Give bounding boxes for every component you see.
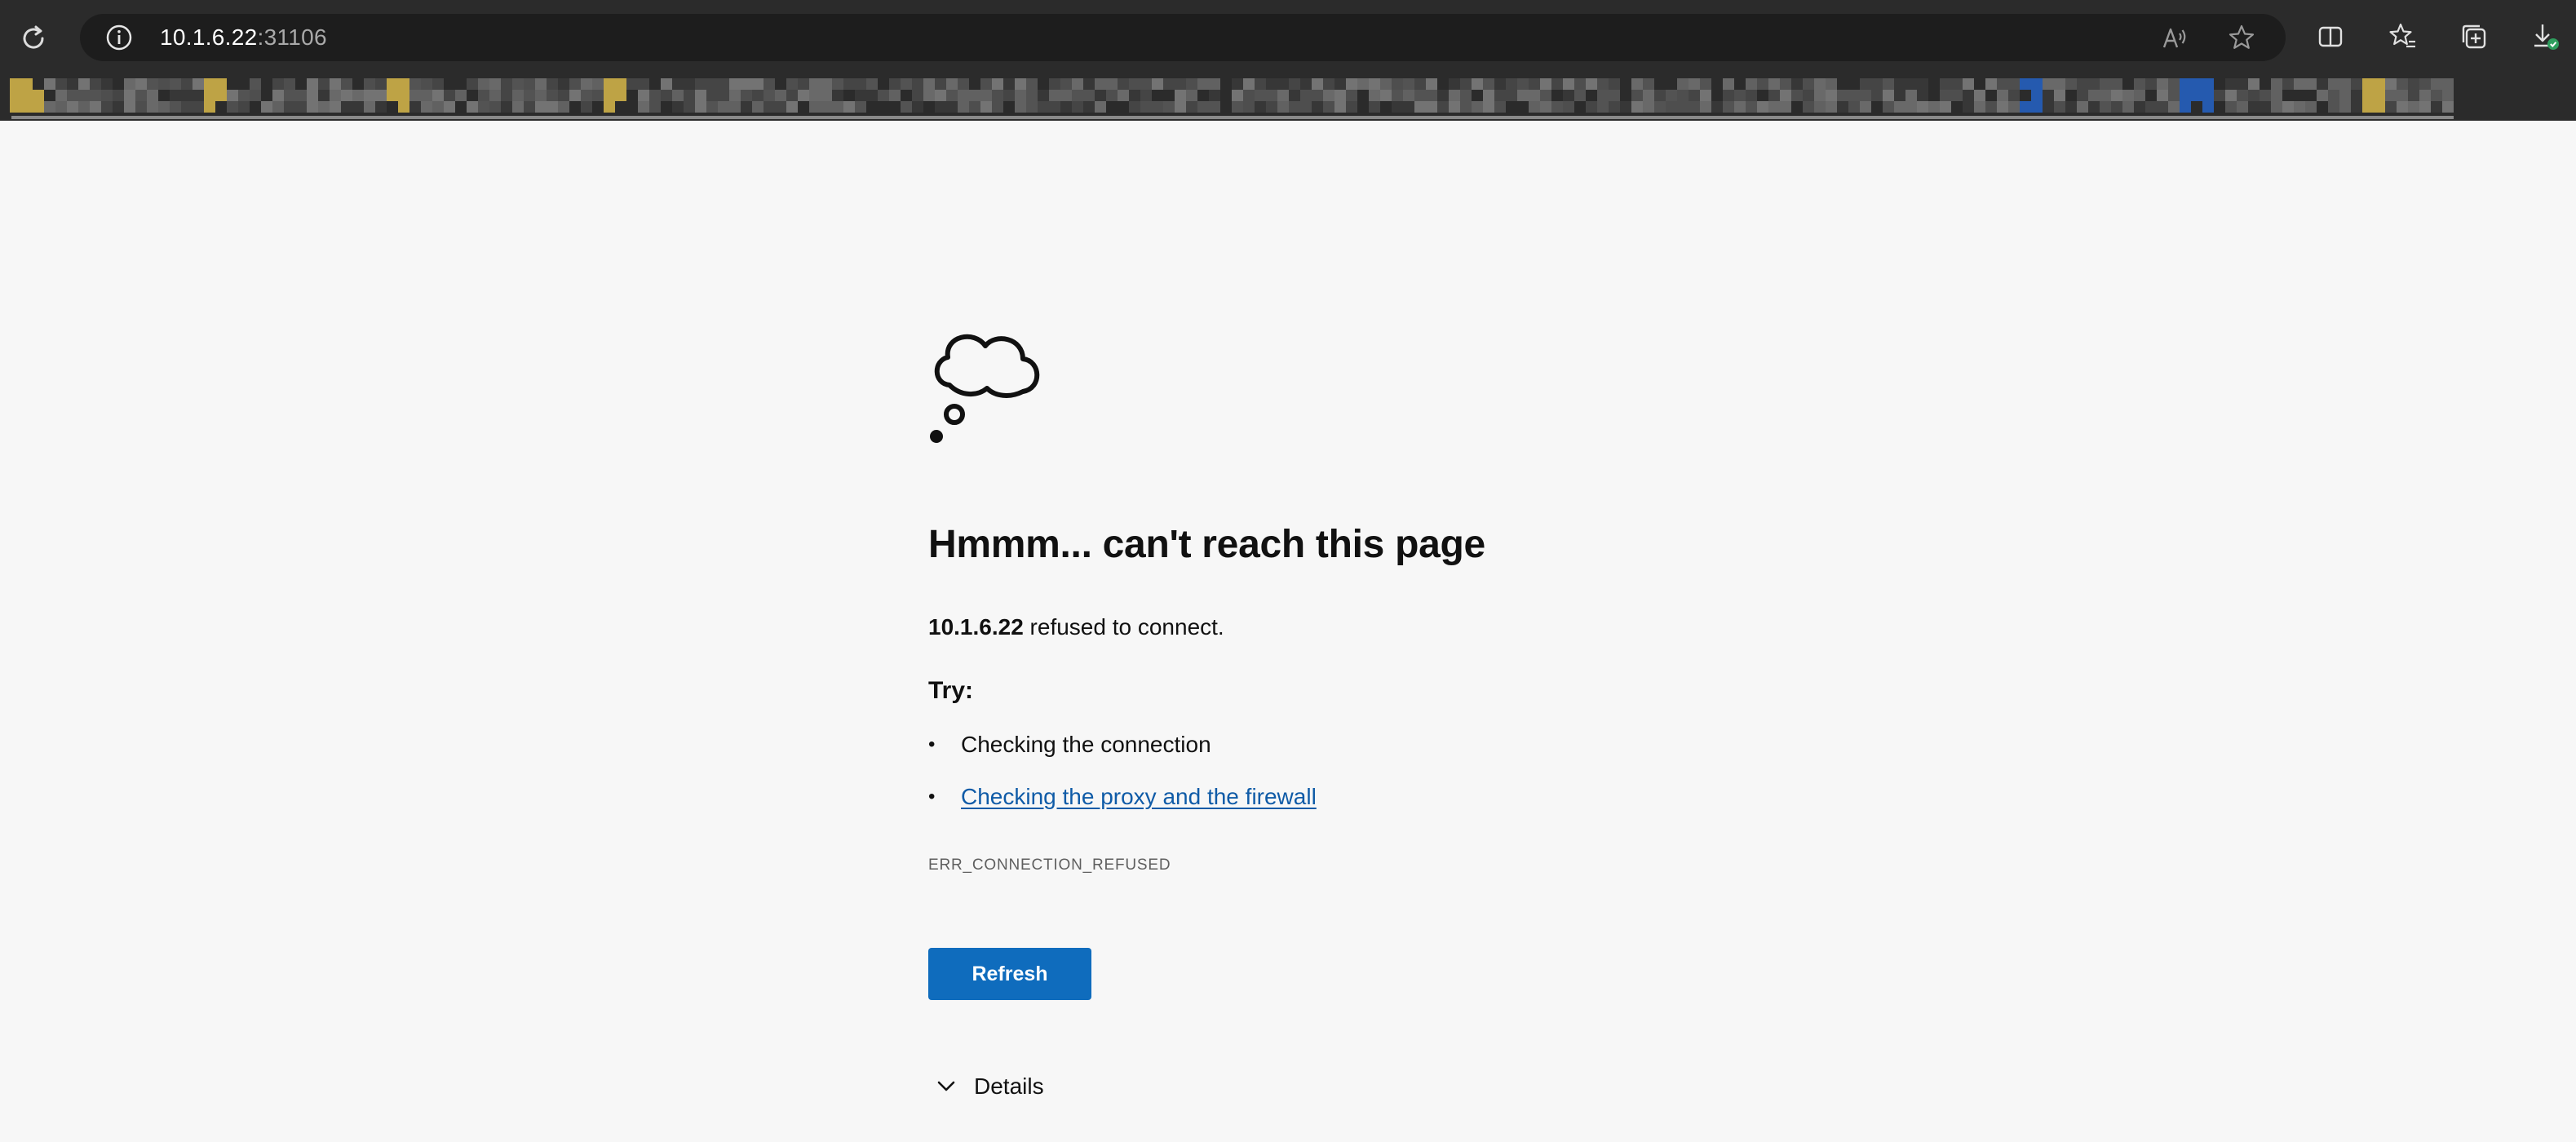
details-label: Details (974, 1073, 1044, 1099)
bullet-icon: • (928, 786, 936, 808)
suggestion-list: • Checking the connection • Checking the… (928, 730, 1317, 834)
bookmarks-divider (11, 116, 2454, 119)
favorites-icon[interactable] (2383, 18, 2421, 55)
error-code: ERR_CONNECTION_REFUSED (928, 856, 1171, 874)
url-host: 10.1.6.22 (160, 24, 258, 50)
download-icon[interactable] (2527, 18, 2565, 55)
chevron-down-icon[interactable] (928, 1069, 964, 1104)
error-message-text: refused to connect. (1023, 614, 1224, 640)
error-heading: Hmmm... can't reach this page (928, 523, 1485, 566)
suggestion-text: Checking the connection (961, 732, 1211, 757)
refresh-button[interactable]: Refresh (928, 948, 1091, 1000)
details-toggle[interactable]: Details (928, 1069, 1044, 1104)
thought-cloud-icon (928, 318, 1052, 449)
try-heading: Try: (928, 677, 974, 704)
url-port: :31106 (257, 24, 327, 50)
bookmarks-bar (0, 73, 2576, 121)
error-message: 10.1.6.22 refused to connect. (928, 614, 1224, 640)
collections-icon[interactable] (2455, 18, 2493, 55)
proxy-firewall-link[interactable]: Checking the proxy and the firewall (961, 784, 1317, 809)
browser-toolbar: 10.1.6.22:31106 (0, 0, 2576, 73)
suggestion-check-proxy: • Checking the proxy and the firewall (928, 782, 1317, 834)
bullet-icon: • (928, 733, 936, 755)
reload-icon[interactable] (15, 20, 52, 57)
address-bar[interactable]: 10.1.6.22:31106 (80, 14, 2286, 61)
bookmarks-blurred (10, 78, 2454, 113)
info-icon[interactable] (104, 23, 134, 52)
read-aloud-icon[interactable] (2158, 21, 2191, 54)
suggestion-check-connection: • Checking the connection (928, 730, 1317, 782)
star-icon[interactable] (2225, 21, 2258, 54)
url-text[interactable]: 10.1.6.22:31106 (160, 14, 327, 61)
error-host: 10.1.6.22 (928, 614, 1024, 640)
split-screen-icon[interactable] (2312, 18, 2349, 55)
